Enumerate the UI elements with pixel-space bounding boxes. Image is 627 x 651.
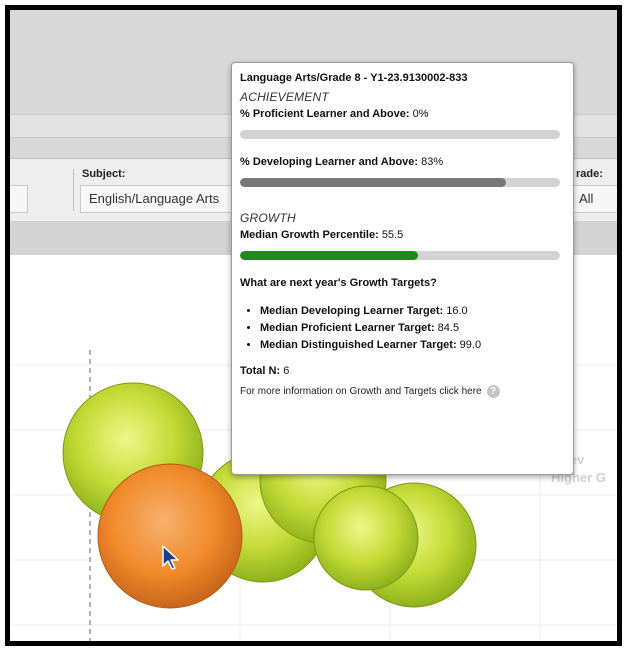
more-info-link[interactable]: For more information on Growth and Targe… (240, 385, 565, 398)
developing-value: 83% (421, 156, 444, 168)
developing-metric: % Developing Learner and Above: 83% (240, 156, 565, 168)
mgp-bar-fill (240, 251, 418, 260)
developing-bar (240, 178, 560, 187)
grade-select[interactable]: All (570, 185, 617, 213)
bubble-tooltip: Language Arts/Grade 8 - Y1-23.9130002-83… (231, 62, 574, 475)
developing-bar-fill (240, 178, 506, 187)
target-label: Median Developing Learner Target: (260, 305, 444, 317)
mgp-bar (240, 251, 560, 260)
bubble-5[interactable] (313, 485, 419, 591)
target-value: 99.0 (459, 339, 482, 351)
developing-label: % Developing Learner and Above: (240, 156, 419, 168)
growth-heading: GROWTH (240, 211, 296, 225)
help-icon[interactable]: ? (486, 385, 500, 398)
list-item: Median Proficient Learner Target: 84.5 (260, 322, 565, 334)
subject-label: Subject: (82, 168, 126, 180)
grade-label: rade: (576, 168, 603, 180)
total-label: Total N: (240, 365, 281, 377)
list-item: Median Distinguished Learner Target: 99.… (260, 339, 565, 351)
previous-filter-field[interactable] (10, 185, 28, 213)
target-label: Median Proficient Learner Target: (260, 322, 435, 334)
list-item: Median Developing Learner Target: 16.0 (260, 305, 565, 317)
targets-list: Median Developing Learner Target: 16.0 M… (240, 305, 565, 351)
target-label: Median Distinguished Learner Target: (260, 339, 457, 351)
achievement-heading: ACHIEVEMENT (240, 90, 329, 104)
bubble-6[interactable] (97, 463, 243, 609)
proficient-value: 0% (412, 108, 429, 120)
divider (73, 169, 74, 211)
targets-question: What are next year's Growth Targets? (240, 277, 437, 289)
more-info-text: For more information on Growth and Targe… (240, 386, 482, 397)
subject-select[interactable]: English/Language Arts (80, 185, 236, 213)
target-value: 84.5 (437, 322, 460, 334)
proficient-label: % Proficient Learner and Above: (240, 108, 410, 120)
mgp-metric: Median Growth Percentile: 55.5 (240, 229, 565, 241)
target-value: 16.0 (446, 305, 468, 317)
app-frame: Subject: English/Language Arts rade: All (5, 5, 622, 646)
tooltip-title: Language Arts/Grade 8 - Y1-23.9130002-83… (240, 72, 468, 84)
mgp-label: Median Growth Percentile: (240, 229, 379, 241)
mgp-value: 55.5 (381, 229, 404, 241)
proficient-bar (240, 130, 560, 139)
proficient-metric: % Proficient Learner and Above: 0% (240, 108, 565, 120)
total-n: Total N: 6 (240, 365, 565, 377)
total-value: 6 (283, 365, 290, 377)
